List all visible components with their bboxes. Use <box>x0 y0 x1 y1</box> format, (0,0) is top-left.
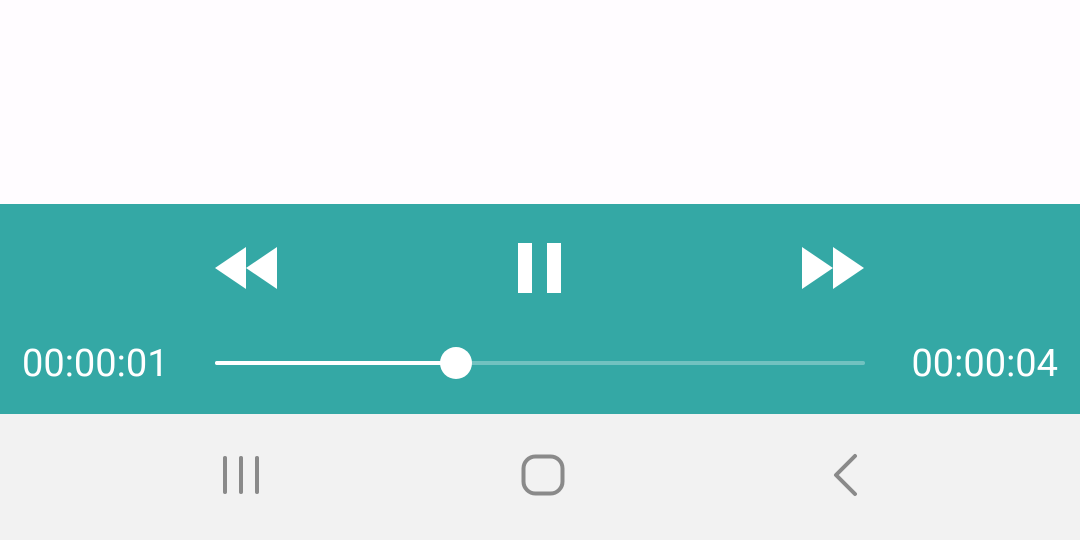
seek-progress <box>215 361 456 365</box>
total-duration: 00:00:04 <box>911 342 1058 386</box>
recents-icon <box>223 456 259 494</box>
back-icon <box>834 454 857 496</box>
home-button[interactable] <box>507 444 579 506</box>
pause-icon <box>518 243 561 293</box>
elapsed-time: 00:00:01 <box>22 342 169 386</box>
pause-button[interactable] <box>500 238 580 298</box>
seek-track <box>215 361 865 365</box>
back-button[interactable] <box>810 444 882 506</box>
rewind-icon <box>215 247 277 289</box>
home-icon <box>521 454 565 496</box>
system-navigation-bar <box>0 414 1080 540</box>
recents-button[interactable] <box>205 444 277 506</box>
seek-thumb[interactable] <box>440 347 472 379</box>
fast-forward-button[interactable] <box>793 240 873 296</box>
seek-bar[interactable] <box>215 342 865 384</box>
content-area <box>0 0 1080 204</box>
fast-forward-icon <box>802 247 864 289</box>
rewind-button[interactable] <box>206 240 286 296</box>
media-player-bar: 00:00:01 00:00:04 <box>0 204 1080 414</box>
